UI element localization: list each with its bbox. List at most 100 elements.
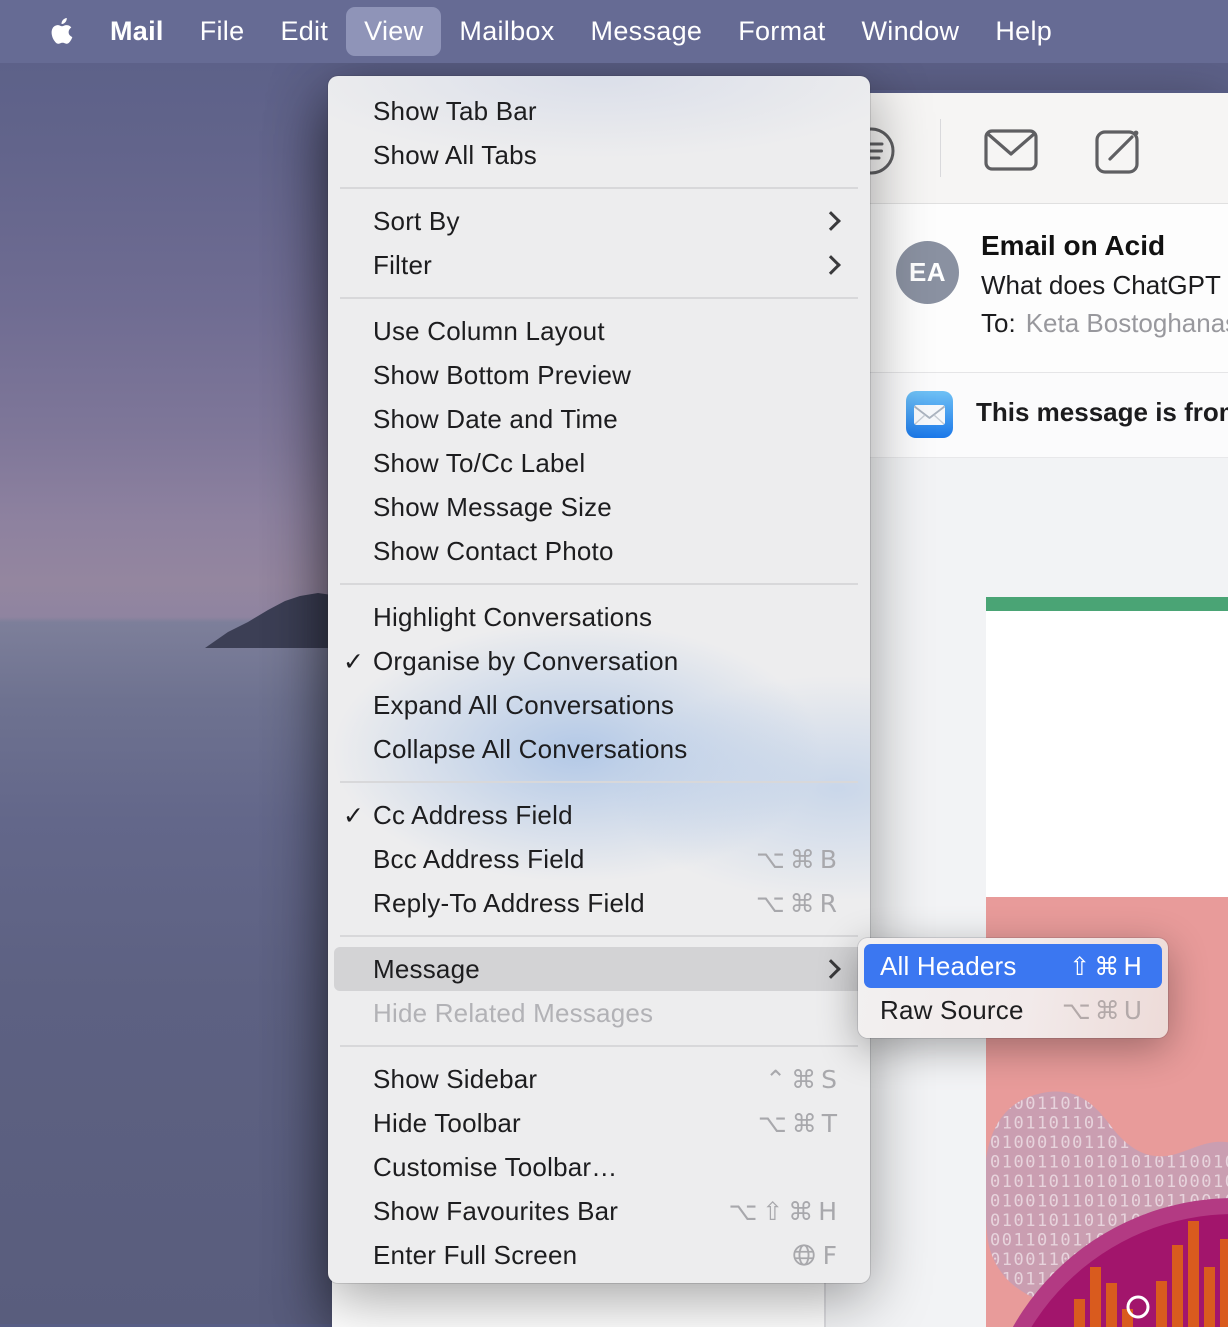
svg-text:010110110101010100010100: 010110110101010100010100 (990, 1172, 1228, 1192)
submenu-item-all-headers[interactable]: All Headers ⇧⌘H (864, 944, 1162, 988)
menu-bar: MailFileEditViewMailboxMessageFormatWind… (0, 0, 1228, 63)
menu-item-label: Filter (373, 250, 432, 281)
to-line: To: Keta Bostoghanass (981, 308, 1228, 339)
menu-item-cc-address-field[interactable]: ✓Cc Address Field (334, 793, 864, 837)
menu-item-label: Show Contact Photo (373, 536, 614, 567)
email-green-bar (986, 597, 1228, 611)
shortcut-label: ⌥⌘T (758, 1109, 842, 1138)
menu-item-show-favourites-bar[interactable]: Show Favourites Bar ⌥⇧⌘H (334, 1189, 864, 1233)
menu-item-label: Hide Related Messages (373, 998, 653, 1029)
menu-item-label: Hide Toolbar (373, 1108, 521, 1139)
menubar-item-format[interactable]: Format (720, 7, 843, 56)
menu-item-label: Expand All Conversations (373, 690, 674, 721)
menu-item-highlight-conversations[interactable]: Highlight Conversations (334, 595, 864, 639)
menu-item-hide-toolbar[interactable]: Hide Toolbar ⌥⌘T (334, 1101, 864, 1145)
menubar-item-edit[interactable]: Edit (262, 7, 346, 56)
menu-item-label: Cc Address Field (373, 800, 573, 831)
menu-item-organise-by-conversation[interactable]: ✓Organise by Conversation (334, 639, 864, 683)
island-silhouette (0, 0, 340, 700)
menu-item-label: Bcc Address Field (373, 844, 585, 875)
menubar-item-mailbox[interactable]: Mailbox (441, 7, 572, 56)
menu-item-label: Show All Tabs (373, 140, 537, 171)
menu-item-sort-by[interactable]: Sort By (334, 199, 864, 243)
recipient-name[interactable]: Keta Bostoghanass (1026, 308, 1228, 338)
menu-item-label: Message (373, 954, 480, 985)
menubar-item-message[interactable]: Message (573, 7, 721, 56)
menubar-item-help[interactable]: Help (977, 7, 1070, 56)
menu-item-label: Highlight Conversations (373, 602, 652, 633)
menu-item-label: Collapse All Conversations (373, 734, 687, 765)
menu-item-reply-to-address-field[interactable]: Reply-To Address Field ⌥⌘R (334, 881, 864, 925)
checkmark-icon: ✓ (334, 647, 373, 676)
to-label: To: (981, 308, 1016, 338)
menu-item-show-sidebar[interactable]: Show Sidebar⌃⌘S (334, 1057, 864, 1101)
menu-item-show-tab-bar[interactable]: Show Tab Bar (334, 89, 864, 133)
shortcut-label: ⌥⌘U (1062, 996, 1146, 1025)
apple-icon[interactable] (30, 7, 92, 56)
submenu-chevron-icon (821, 211, 841, 231)
menu-item-label: Reply-To Address Field (373, 888, 645, 919)
new-mail-icon[interactable] (984, 129, 1038, 171)
menubar-item-view[interactable]: View (346, 7, 441, 56)
menu-separator (340, 781, 858, 783)
email-content-card (986, 597, 1228, 897)
menu-item-enter-full-screen[interactable]: Enter Full Screen F (334, 1233, 864, 1277)
menubar-item-mail[interactable]: Mail (92, 7, 182, 56)
menu-item-label: Show Message Size (373, 492, 612, 523)
menu-item-expand-all-conversations[interactable]: Expand All Conversations (334, 683, 864, 727)
message-submenu-panel: All Headers ⇧⌘H Raw Source⌥⌘U (858, 938, 1168, 1038)
menu-item-label: Show Bottom Preview (373, 360, 631, 391)
shortcut-label: ⌥⌘B (756, 845, 842, 874)
menu-item-label: Show Tab Bar (373, 96, 537, 127)
avatar: EA (896, 241, 959, 304)
menu-item-show-message-size[interactable]: Show Message Size (334, 485, 864, 529)
menu-item-label: Show Favourites Bar (373, 1196, 618, 1227)
email-view: EA Email on Acid What does ChatGPT even … (826, 204, 1228, 1327)
menu-item-label: Customise Toolbar… (373, 1152, 617, 1183)
compose-icon[interactable] (1094, 125, 1144, 175)
menu-item-show-contact-photo[interactable]: Show Contact Photo (334, 529, 864, 573)
menu-separator (340, 297, 858, 299)
shortcut-label: ⌥⇧⌘H (728, 1197, 842, 1226)
menu-item-use-column-layout[interactable]: Use Column Layout (334, 309, 864, 353)
shortcut-label: ⌥⌘R (756, 889, 842, 918)
menu-item-collapse-all-conversations[interactable]: Collapse All Conversations (334, 727, 864, 771)
menu-item-label: Show To/Cc Label (373, 448, 585, 479)
menu-separator (340, 935, 858, 937)
menubar-item-file[interactable]: File (182, 7, 263, 56)
menu-item-customise-toolbar[interactable]: Customise Toolbar… (334, 1145, 864, 1189)
submenu-chevron-icon (821, 255, 841, 275)
menubar-item-window[interactable]: Window (844, 7, 978, 56)
checkmark-icon: ✓ (334, 801, 373, 830)
menu-item-filter[interactable]: Filter (334, 243, 864, 287)
menu-separator (340, 583, 858, 585)
svg-text:010011010101010110010100: 010011010101010110010100 (990, 1153, 1228, 1173)
shortcut-label: F (791, 1241, 842, 1270)
sender-name: Email on Acid (981, 230, 1165, 262)
menu-item-show-all-tabs[interactable]: Show All Tabs (334, 133, 864, 177)
menu-item-hide-related-messages: Hide Related Messages (334, 991, 864, 1035)
toolbar-divider (940, 119, 941, 177)
email-body: 0100110101010110110101001000100110101010… (826, 458, 1228, 1327)
menu-item-label: Use Column Layout (373, 316, 605, 347)
menu-item-message[interactable]: Message (334, 947, 864, 991)
banner-text: This message is from a mailing list. (976, 397, 1228, 428)
menu-item-label: Show Date and Time (373, 404, 618, 435)
menu-item-show-bottom-preview[interactable]: Show Bottom Preview (334, 353, 864, 397)
menu-item-show-to-cc-label[interactable]: Show To/Cc Label (334, 441, 864, 485)
menu-separator (340, 1045, 858, 1047)
menu-item-label: Sort By (373, 206, 460, 237)
shortcut-label: ⇧⌘H (1069, 952, 1146, 981)
menu-item-label: Enter Full Screen (373, 1240, 577, 1271)
view-menu-panel: Show Tab Bar Show All Tabs Sort By Filter Us… (328, 76, 870, 1283)
email-subject: What does ChatGPT even know about email?… (981, 270, 1228, 301)
submenu-chevron-icon (821, 959, 841, 979)
submenu-item-label: All Headers (880, 951, 1017, 982)
submenu-item-raw-source[interactable]: Raw Source⌥⌘U (864, 988, 1162, 1032)
menu-item-bcc-address-field[interactable]: Bcc Address Field ⌥⌘B (334, 837, 864, 881)
mailing-list-banner: This message is from a mailing list. (826, 373, 1228, 458)
email-header: EA Email on Acid What does ChatGPT even … (826, 204, 1228, 373)
mail-app-icon (906, 391, 953, 438)
menu-item-label: Organise by Conversation (373, 646, 678, 677)
menu-item-show-date-and-time[interactable]: Show Date and Time (334, 397, 864, 441)
